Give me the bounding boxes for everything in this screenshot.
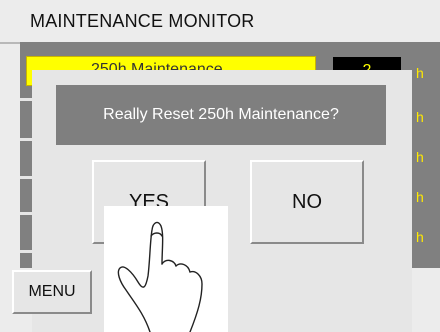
unit-label: h (416, 229, 424, 245)
page-title: MAINTENANCE MONITOR (30, 11, 255, 31)
no-button[interactable]: NO (250, 160, 364, 244)
unit-label: h (416, 189, 424, 205)
row-indicator (20, 176, 32, 179)
row-indicator (20, 250, 32, 253)
unit-label: h (416, 149, 424, 165)
title-bar: MAINTENANCE MONITOR (0, 0, 440, 44)
pointing-hand-icon (104, 206, 228, 332)
unit-label: h (416, 109, 424, 125)
row-indicator (20, 98, 32, 101)
row-indicator (20, 212, 32, 215)
menu-button[interactable]: MENU (12, 270, 92, 314)
dialog-message: Really Reset 250h Maintenance? (56, 85, 386, 145)
hmi-screen: MAINTENANCE MONITOR 250h Maintenance 2 h… (0, 0, 440, 332)
unit-label: h (416, 65, 424, 81)
row-indicator (20, 138, 32, 141)
